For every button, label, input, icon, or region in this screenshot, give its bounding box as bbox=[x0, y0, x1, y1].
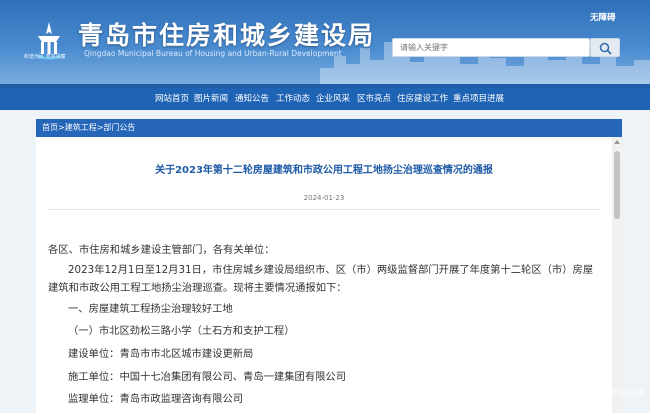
site-header: 和谐为民 务实清廉 青岛市住房和城乡建设局 Qingdao Municipal … bbox=[0, 0, 650, 88]
article-paragraph: 建筑和市政公用工程工地扬尘治理巡查。现将主要情况通报如下： bbox=[48, 282, 347, 294]
scroll-up-icon[interactable] bbox=[614, 140, 620, 144]
site-subtitle: Qingdao Municipal Bureau of Housing and … bbox=[84, 49, 342, 58]
section-heading: 一、房屋建筑工程扬尘治理较好工地 bbox=[68, 303, 233, 315]
subsection-heading: （一）市北区劲松三路小学（土石方和支护工程） bbox=[68, 325, 295, 337]
search-input[interactable] bbox=[392, 38, 590, 57]
article-date: 2024-01-23 bbox=[303, 194, 345, 202]
nav-item-housing-construction[interactable]: 住房建设工作 bbox=[397, 88, 448, 110]
search-icon bbox=[599, 42, 612, 55]
article-paragraph: 2023年12月1日至12月31日，市住房城乡建设局组织市、区（市）两级监督部门… bbox=[68, 264, 594, 276]
contractor-unit: 施工单位：中国十七冶集团有限公司、青岛一建集团有限公司 bbox=[68, 371, 347, 383]
main-nav: 网站首页 图片新闻 通知公告 工作动态 企业风采 区市亮点 住房建设工作 重点项… bbox=[0, 88, 650, 110]
search-button[interactable] bbox=[590, 38, 620, 57]
logo-caption: 和谐为民 务实清廉 bbox=[24, 54, 66, 60]
watermark-logo: 文化视界 bbox=[608, 389, 645, 399]
article-salutation: 各区、市住房和城乡建设主管部门，各有关单位： bbox=[48, 244, 275, 256]
scroll-thumb[interactable] bbox=[614, 151, 620, 219]
supervision-unit: 监理单位：青岛市政监理咨询有限公司 bbox=[68, 393, 244, 405]
scrollbar[interactable] bbox=[612, 137, 622, 413]
accessibility-link[interactable]: 无障碍 bbox=[590, 11, 616, 23]
nav-item-key-projects[interactable]: 重点项目进展 bbox=[453, 88, 504, 110]
nav-item-enterprise[interactable]: 企业风采 bbox=[316, 88, 350, 110]
nav-item-photo-news[interactable]: 图片新闻 bbox=[194, 88, 228, 110]
breadcrumb: 首页>建筑工程>部门公告 bbox=[36, 119, 622, 137]
article-title: 关于2023年第十二轮房屋建筑和市政公用工程工地扬尘治理巡查情况的通报 bbox=[155, 165, 493, 176]
construction-unit: 建设单位：青岛市市北区城市建设更新局 bbox=[68, 348, 254, 360]
nav-item-work-news[interactable]: 工作动态 bbox=[276, 88, 310, 110]
site-title[interactable]: 青岛市住房和城乡建设局 bbox=[78, 16, 375, 52]
nav-item-district-highlights[interactable]: 区市亮点 bbox=[357, 88, 391, 110]
nav-item-notices[interactable]: 通知公告 bbox=[235, 88, 269, 110]
title-divider bbox=[48, 209, 600, 210]
nav-item-home[interactable]: 网站首页 bbox=[155, 88, 189, 110]
breadcrumb-text[interactable]: 首页>建筑工程>部门公告 bbox=[42, 119, 135, 137]
